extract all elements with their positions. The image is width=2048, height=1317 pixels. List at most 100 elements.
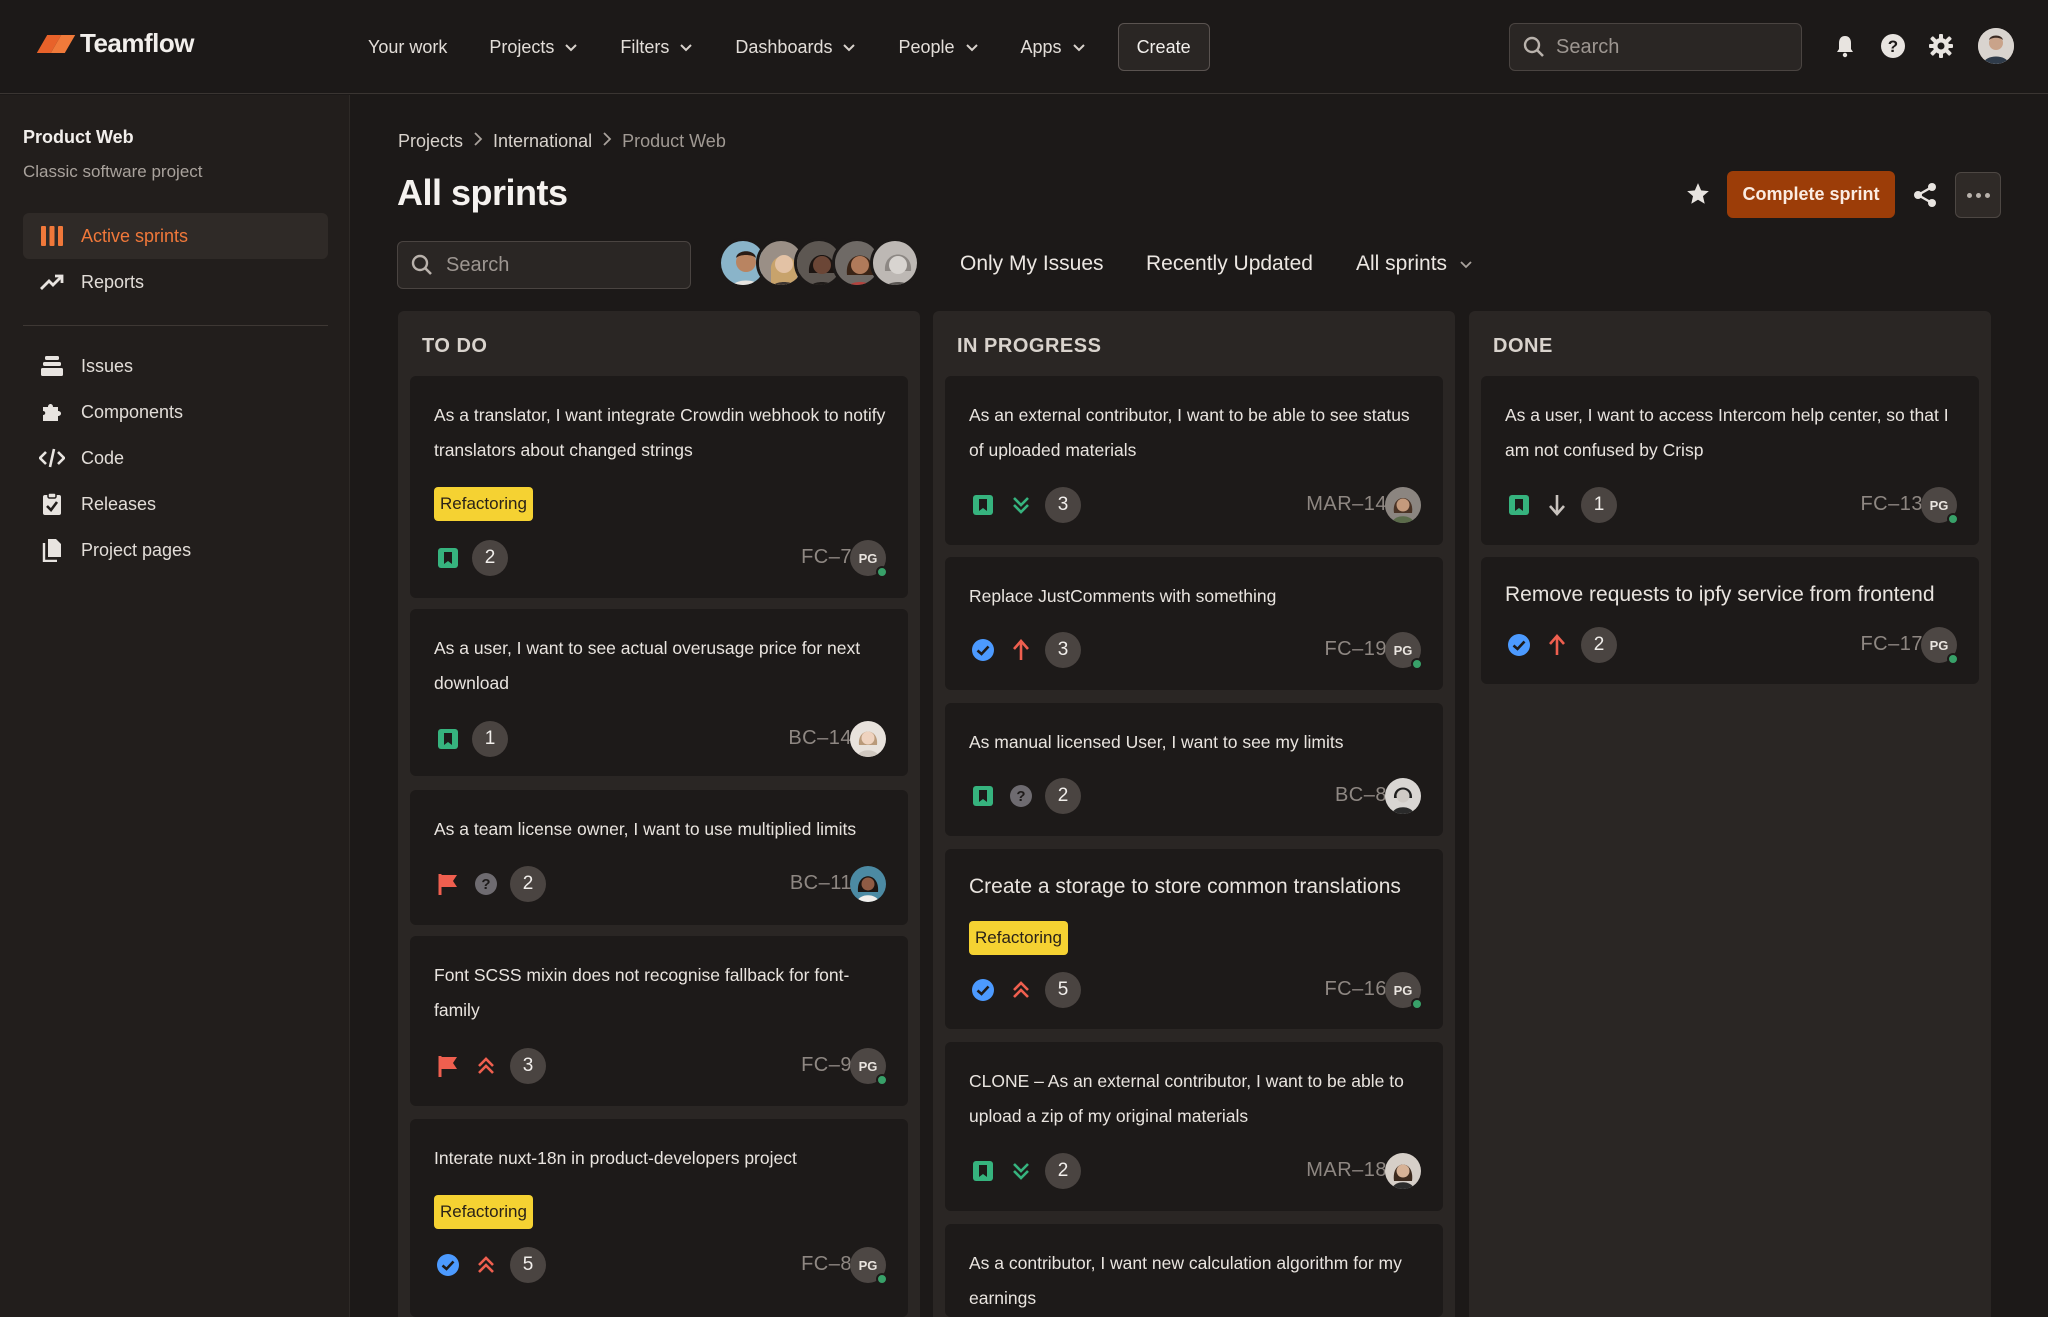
- assignee-initials: PG: [850, 540, 888, 578]
- issue-card[interactable]: As a contributor, I want new calculation…: [945, 1224, 1443, 1317]
- nav-your-work-label: Your work: [368, 36, 448, 57]
- complete-sprint-button[interactable]: Complete sprint: [1727, 171, 1895, 218]
- app-name: Teamflow: [80, 28, 194, 58]
- sidebar-item-releases[interactable]: Releases: [23, 481, 328, 527]
- issue-key[interactable]: FC–13: [1860, 493, 1923, 516]
- top-navigation-bar: Teamflow Your work Projects Filters Dash…: [0, 0, 2048, 94]
- star-icon[interactable]: [1684, 180, 1712, 208]
- user-avatar[interactable]: [1978, 28, 2014, 64]
- sidebar-item-label: Code: [81, 447, 125, 468]
- sidebar-item-components[interactable]: Components: [23, 389, 328, 435]
- story-points: 1: [1581, 487, 1617, 523]
- svg-text:?: ?: [481, 876, 490, 893]
- assignee-avatar[interactable]: PG: [1385, 972, 1423, 1010]
- issue-key[interactable]: FC–8: [801, 1253, 852, 1276]
- notifications-bell-icon[interactable]: [1832, 33, 1858, 59]
- issue-card[interactable]: As a user, I want to see actual overusag…: [410, 609, 908, 776]
- assignee-avatar[interactable]: PG: [1921, 487, 1959, 525]
- assignee-avatar[interactable]: PG: [1921, 627, 1959, 665]
- issue-key[interactable]: FC–9: [801, 1054, 852, 1077]
- breadcrumb-projects[interactable]: Projects: [398, 131, 463, 152]
- sidebar-item-issues[interactable]: Issues: [23, 343, 328, 389]
- nav-projects[interactable]: Projects: [473, 22, 604, 72]
- app-logo[interactable]: Teamflow: [36, 28, 194, 59]
- issue-title: As a user, I want to access Intercom hel…: [1505, 405, 1949, 460]
- trend-up-icon: [39, 269, 65, 295]
- assignee-initials: PG: [850, 1247, 888, 1285]
- nav-dashboards[interactable]: Dashboards: [719, 22, 882, 72]
- assignee-avatar[interactable]: PG: [850, 1247, 888, 1285]
- issue-key[interactable]: FC–16: [1324, 978, 1387, 1001]
- unknown-priority-icon: ?: [472, 870, 500, 898]
- issue-title: Font SCSS mixin does not recognise fallb…: [434, 965, 850, 1020]
- nav-filters[interactable]: Filters: [604, 22, 719, 72]
- help-icon[interactable]: ?: [1880, 33, 1906, 59]
- teamflow-logo-icon: [36, 33, 76, 55]
- story-icon: [434, 725, 462, 753]
- assignee-initials: PG: [1921, 627, 1959, 665]
- issue-meta: 2: [1505, 627, 1617, 663]
- issue-title: As a user, I want to see actual overusag…: [434, 638, 861, 693]
- sprint-select-value: All sprints: [1356, 252, 1448, 275]
- assignee-avatar[interactable]: PG: [1385, 632, 1423, 670]
- breadcrumb-current: Product Web: [622, 131, 726, 151]
- issue-key[interactable]: MAR–18: [1306, 1159, 1387, 1182]
- issue-label-tag: Refactoring: [969, 921, 1068, 955]
- issue-key[interactable]: FC–7: [801, 546, 852, 569]
- board-search-input[interactable]: Search: [397, 241, 691, 289]
- assignee-avatar[interactable]: [1385, 778, 1421, 814]
- issue-key[interactable]: FC–19: [1324, 638, 1387, 661]
- recently-updated-filter[interactable]: Recently Updated: [1146, 252, 1313, 276]
- column-title: DONE: [1493, 335, 1553, 357]
- issue-card[interactable]: Interate nuxt-18n in product-developers …: [410, 1119, 908, 1317]
- issue-card[interactable]: As a user, I want to access Intercom hel…: [1481, 376, 1979, 545]
- sidebar-item-reports[interactable]: Reports: [23, 259, 328, 305]
- assignee-avatar[interactable]: [870, 238, 920, 288]
- issue-key[interactable]: BC–11: [790, 872, 852, 895]
- issue-key[interactable]: BC–14: [788, 727, 852, 750]
- nav-your-work[interactable]: Your work: [352, 22, 473, 72]
- create-button[interactable]: Create: [1117, 23, 1210, 71]
- lowest-priority-icon: [1007, 491, 1035, 519]
- share-icon[interactable]: [1910, 180, 1940, 210]
- only-my-issues-filter[interactable]: Only My Issues: [960, 252, 1104, 276]
- sidebar-item-active-sprints[interactable]: Active sprints: [23, 213, 328, 259]
- issue-card[interactable]: As an external contributor, I want to be…: [945, 376, 1443, 545]
- issue-card[interactable]: Create a storage to store common transla…: [945, 849, 1443, 1029]
- more-options-button[interactable]: [1955, 172, 2001, 218]
- issue-card[interactable]: Replace JustComments with something 3 FC…: [945, 557, 1443, 690]
- issue-card[interactable]: As a translator, I want integrate Crowdi…: [410, 376, 908, 598]
- sidebar-item-code[interactable]: Code: [23, 435, 328, 481]
- task-check-icon: [969, 636, 997, 664]
- chevron-down-icon: [1460, 261, 1472, 269]
- online-status-dot: [1411, 658, 1423, 670]
- nav-people[interactable]: People: [882, 22, 1004, 72]
- issue-card[interactable]: As a team license owner, I want to use m…: [410, 790, 908, 925]
- global-search-input[interactable]: Search: [1509, 23, 1802, 71]
- highest-priority-icon: [472, 1052, 500, 1080]
- online-status-dot: [1411, 998, 1423, 1010]
- task-check-icon: [1505, 631, 1533, 659]
- assignee-avatar[interactable]: [850, 866, 886, 902]
- settings-gear-icon[interactable]: [1928, 33, 1954, 59]
- story-points: 5: [1045, 972, 1081, 1008]
- story-points: 2: [510, 866, 546, 902]
- assignee-avatar[interactable]: [1385, 487, 1421, 523]
- issue-key[interactable]: FC–17: [1860, 633, 1923, 656]
- issue-key[interactable]: MAR–14: [1306, 493, 1387, 516]
- issue-card[interactable]: Remove requests to ipfy service from fro…: [1481, 557, 1979, 684]
- sprint-select[interactable]: All sprints: [1356, 252, 1473, 276]
- issue-card[interactable]: As manual licensed User, I want to see m…: [945, 703, 1443, 836]
- assignee-avatar[interactable]: PG: [850, 540, 888, 578]
- nav-apps[interactable]: Apps: [1005, 22, 1112, 72]
- assignee-avatar[interactable]: [850, 721, 886, 757]
- chevron-down-icon: [965, 44, 978, 52]
- issue-key[interactable]: BC–8: [1335, 784, 1387, 807]
- assignee-avatar[interactable]: [1385, 1153, 1421, 1189]
- issue-card[interactable]: Font SCSS mixin does not recognise fallb…: [410, 936, 908, 1106]
- issue-card[interactable]: CLONE – As an external contributor, I wa…: [945, 1042, 1443, 1211]
- breadcrumb-international[interactable]: International: [493, 131, 592, 152]
- assignee-avatar[interactable]: PG: [850, 1048, 888, 1086]
- project-sidebar: Product Web Classic software project Act…: [0, 95, 350, 1317]
- sidebar-item-project-pages[interactable]: Project pages: [23, 527, 328, 573]
